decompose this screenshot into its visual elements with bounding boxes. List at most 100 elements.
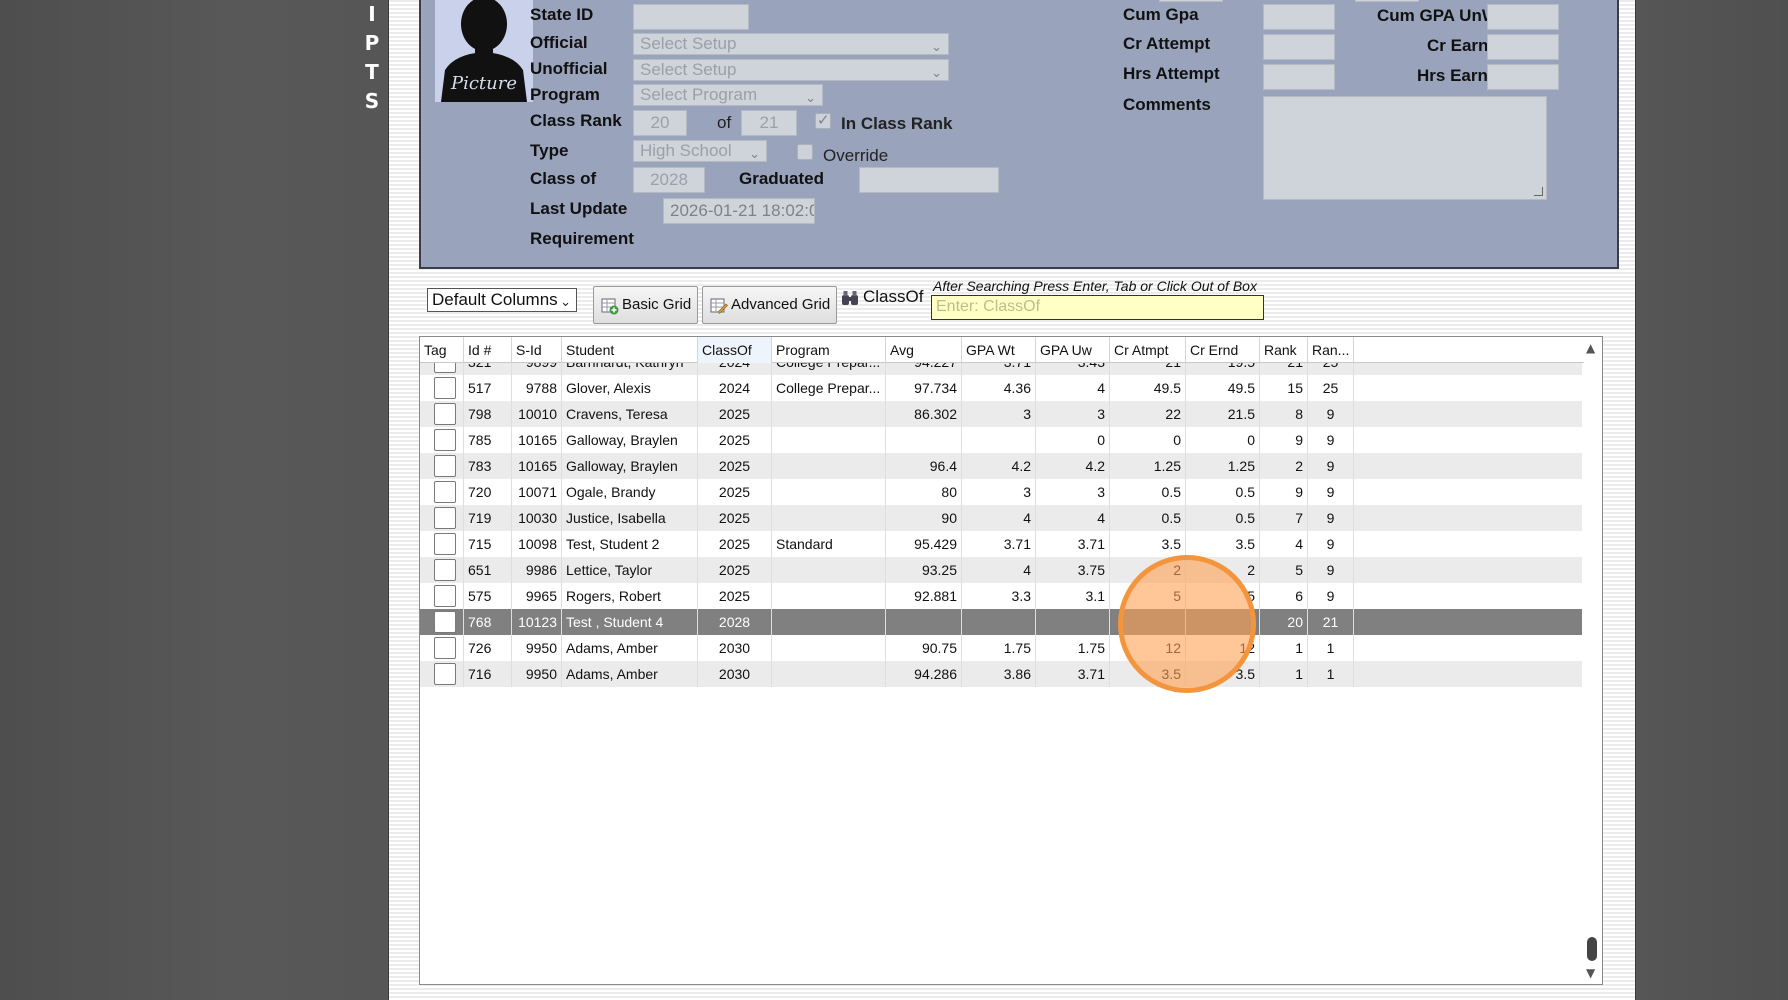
cell-cr-ernd: 1.25	[1186, 453, 1260, 479]
table-row[interactable]: 5759965Rogers, Robert202592.8813.33.1556…	[420, 583, 1584, 609]
vertical-letter: I	[368, 2, 376, 26]
tag-checkbox[interactable]	[434, 455, 456, 477]
cell-program	[772, 453, 886, 479]
table-row[interactable]: 783 10165 Galloway, Braylen 2025 96.4 4.2 4.2 1…	[420, 453, 1584, 479]
column-header-sid[interactable]: S-Id	[512, 337, 562, 363]
vertical-label: I P T S	[364, 0, 380, 116]
cell-avg: 92.881	[886, 583, 962, 609]
classof-search-input[interactable]: Enter: ClassOf	[931, 295, 1264, 320]
scroll-thumb[interactable]	[1587, 937, 1597, 961]
table-row[interactable]: 3219899Barnhardt, Kathryn2024College Pre…	[420, 363, 1584, 375]
grid-rows: 3219899Barnhardt, Kathryn2024College Pre…	[420, 363, 1584, 963]
vertical-letter: P	[364, 31, 380, 55]
table-row[interactable]: 715 10098 Test, Student 2 2025 Standard 95.42…	[420, 531, 1584, 557]
tag-checkbox[interactable]	[434, 585, 456, 607]
table-row[interactable]: 517 9788 Glover, Alexis 2024 College Prepar.…	[420, 375, 1584, 401]
column-header-gpa-wt[interactable]: GPA Wt	[962, 337, 1036, 363]
cell-classof: 2025	[698, 583, 772, 609]
column-header-classof[interactable]: ClassOf	[698, 337, 772, 363]
columns-select[interactable]: Default Columns ⌄	[427, 288, 577, 312]
cell-cr-atmpt: 22	[1110, 401, 1186, 427]
tag-checkbox[interactable]	[434, 533, 456, 555]
column-header-student[interactable]: Student	[562, 337, 698, 363]
cum-gpa-unwt-field	[1487, 4, 1559, 30]
table-row[interactable]: 7269950Adams, Amber203090.751.751.751212…	[420, 635, 1584, 661]
cr-attempt-label: Cr Attempt	[1123, 34, 1211, 53]
cell-gpa-wt: 3.86	[962, 661, 1036, 687]
column-header-ran[interactable]: Ran...	[1308, 337, 1354, 363]
column-header-cr-atmpt[interactable]: Cr Atmpt	[1110, 337, 1186, 363]
state-id-label: State ID	[530, 5, 594, 24]
table-row[interactable]: 785 10165 Galloway, Braylen 2025 0 0 0 9 9	[420, 427, 1584, 453]
cell-id: 719	[464, 505, 512, 531]
cell-rank: 9	[1260, 427, 1308, 453]
student-picture[interactable]: Picture	[435, 0, 533, 102]
classof-label-text: ClassOf	[863, 287, 924, 306]
hrs-earned-field	[1487, 64, 1559, 90]
cell-classof: 2025	[698, 453, 772, 479]
class-rank-of-field[interactable]: 21	[741, 110, 797, 136]
cell-program	[772, 479, 886, 505]
class-of-field[interactable]: 2028	[633, 167, 705, 193]
column-header-program[interactable]: Program	[772, 337, 886, 363]
cell-cr-atmpt: 3.5	[1110, 531, 1186, 557]
table-row[interactable]: 6519986Lettice, Taylor202593.2543.752259	[420, 557, 1584, 583]
comments-textarea[interactable]	[1263, 96, 1547, 200]
chevron-down-icon: ⌄	[805, 90, 816, 105]
table-row-selected[interactable]: 768 10123 Test , Student 4 2028 20 21	[420, 609, 1584, 635]
cell-gpa-uw: 3.43	[1036, 363, 1110, 375]
advanced-grid-button[interactable]: Advanced Grid	[702, 286, 838, 324]
tag-checkbox[interactable]	[434, 507, 456, 529]
cell-gpa-uw: 4.2	[1036, 453, 1110, 479]
cell-sid: 9899	[512, 363, 562, 375]
cell-gpa-uw: 4	[1036, 375, 1110, 401]
grid-scrollbar[interactable]: ▲ ▼	[1582, 337, 1602, 984]
tag-checkbox[interactable]	[434, 611, 456, 633]
cell-rank: 20	[1260, 609, 1308, 635]
cell-classof: 2025	[698, 479, 772, 505]
chevron-down-icon: ⌄	[931, 65, 942, 80]
tag-checkbox[interactable]	[434, 403, 456, 425]
class-rank-field[interactable]: 20	[633, 110, 687, 136]
column-header-avg[interactable]: Avg	[886, 337, 962, 363]
official-select[interactable]: Select Setup ⌄	[633, 33, 949, 55]
column-header-rank[interactable]: Rank	[1260, 337, 1308, 363]
cell-gpa-wt: 3.71	[962, 363, 1036, 375]
scroll-up-icon[interactable]: ▲	[1586, 341, 1595, 355]
last-update-label: Last Update	[530, 199, 628, 218]
table-row[interactable]: 719 10030 Justice, Isabella 2025 90 4 4 0.5 0.5 7…	[420, 505, 1584, 531]
unofficial-select[interactable]: Select Setup ⌄	[633, 59, 949, 81]
cell-cr-ernd: 19.5	[1186, 363, 1260, 375]
column-header-id[interactable]: Id #	[464, 337, 512, 363]
cell-program	[772, 609, 886, 635]
graduated-field[interactable]	[859, 167, 999, 193]
tag-checkbox[interactable]	[434, 481, 456, 503]
in-class-rank-checkbox[interactable]	[815, 111, 831, 129]
column-header-gpa-uw[interactable]: GPA Uw	[1036, 337, 1110, 363]
cell-avg: 93.25	[886, 557, 962, 583]
tag-checkbox[interactable]	[434, 363, 456, 373]
cum-gpa-unwt-label: Cum GPA UnWt	[1377, 6, 1504, 25]
cell-cr-atmpt: 49.5	[1110, 375, 1186, 401]
vertical-letter: T	[365, 60, 379, 84]
table-row[interactable]: 716 9950 Adams, Amber 2030 94.286 3.86 3.71 3.5…	[420, 661, 1584, 687]
program-select[interactable]: Select Program ⌄	[633, 84, 823, 106]
table-row[interactable]: 720 10071 Ogale, Brandy 2025 80 3 3 0.5 0.5 9 9	[420, 479, 1584, 505]
type-select[interactable]: High School ⌄	[633, 140, 767, 162]
scroll-down-icon[interactable]: ▼	[1586, 966, 1595, 980]
basic-grid-button[interactable]: Basic Grid	[593, 286, 699, 324]
column-header-cr-ernd[interactable]: Cr Ernd	[1186, 337, 1260, 363]
tag-checkbox[interactable]	[434, 429, 456, 451]
state-id-field[interactable]	[633, 4, 749, 30]
table-row[interactable]: 798 10010 Cravens, Teresa 2025 86.302 3 3 22 21.…	[420, 401, 1584, 427]
override-checkbox[interactable]	[797, 144, 813, 160]
cell-student: Test, Student 2	[562, 531, 698, 557]
cell-rank: 7	[1260, 505, 1308, 531]
cell-sid: 10098	[512, 531, 562, 557]
column-header-tag[interactable]: Tag	[420, 337, 464, 363]
tag-checkbox[interactable]	[434, 637, 456, 659]
tag-checkbox[interactable]	[434, 559, 456, 581]
tag-checkbox[interactable]	[434, 663, 456, 685]
cell-id: 768	[464, 609, 512, 635]
tag-checkbox[interactable]	[434, 377, 456, 399]
